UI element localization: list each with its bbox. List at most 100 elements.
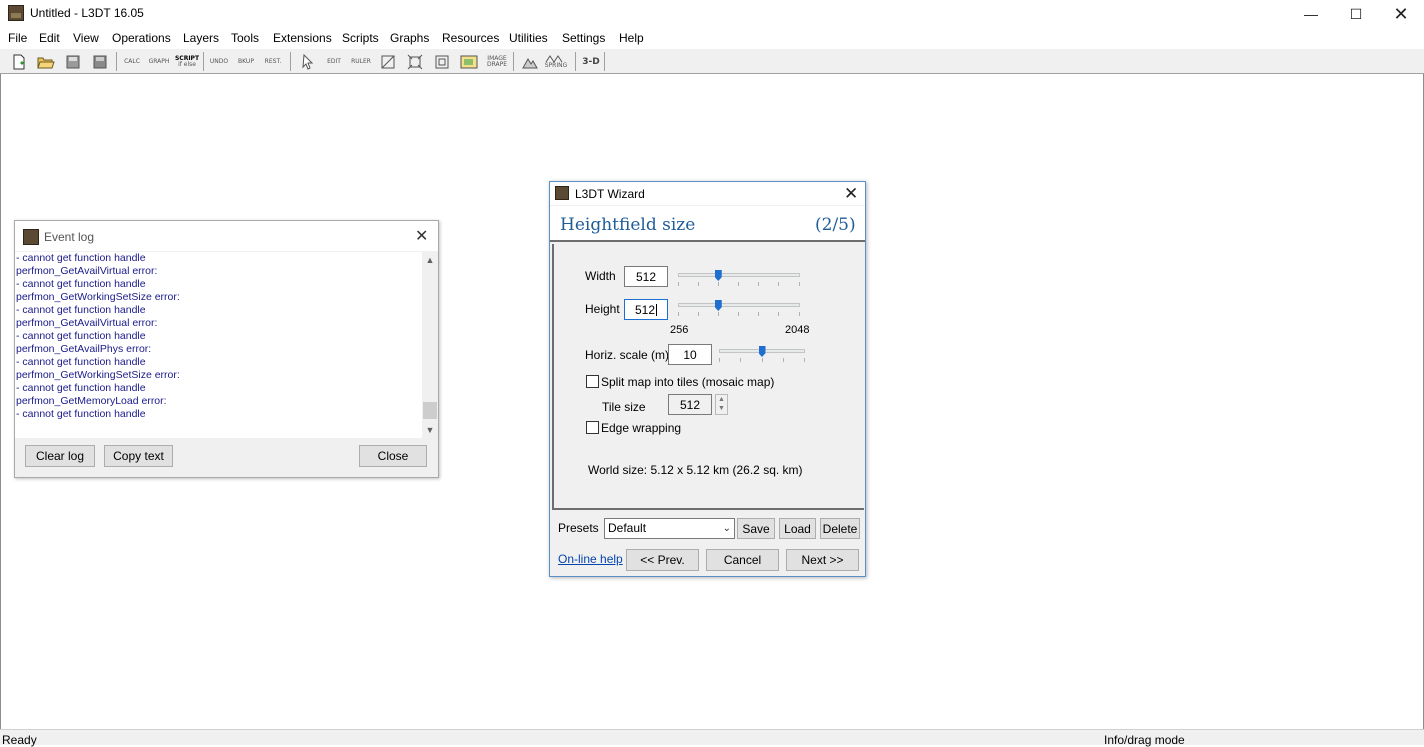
text-caret	[656, 303, 658, 316]
restore-icon[interactable]: REST.	[262, 52, 284, 72]
presets-label: Presets	[558, 521, 599, 535]
menu-settings[interactable]: Settings	[562, 31, 605, 45]
event-log-title-bar: Event log ✕	[15, 221, 438, 251]
toolbar: CALC GRAPH SCRIPT if else UNDO BKUP REST.…	[0, 49, 1424, 74]
horiz-scale-field[interactable]: 10	[668, 344, 712, 365]
zoom-extents-icon[interactable]	[431, 52, 453, 72]
image-drape-icon[interactable]: IMAGE DRAPE	[486, 52, 508, 72]
log-line: - cannot get function handle	[16, 278, 146, 290]
menu-tools[interactable]: Tools	[231, 31, 259, 45]
wizard-title: L3DT Wizard	[575, 187, 645, 201]
menu-file[interactable]: File	[8, 31, 27, 45]
log-line: perfmon_GetWorkingSetSize error:	[16, 291, 180, 303]
menu-resources[interactable]: Resources	[442, 31, 499, 45]
log-line: perfmon_GetWorkingSetSize error:	[16, 369, 180, 381]
open-folder-icon[interactable]	[35, 52, 57, 72]
close-icon[interactable]: ✕	[844, 184, 858, 204]
wizard-content-panel: Width 512 Height 512 256 2048 Horiz. sca…	[552, 244, 864, 510]
event-log-window: Event log ✕ - cannot get function handle…	[14, 220, 439, 478]
width-label: Width	[585, 269, 616, 283]
menu-scripts[interactable]: Scripts	[342, 31, 379, 45]
toolbar-separator	[575, 52, 576, 71]
world-size-text: World size: 5.12 x 5.12 km (26.2 sq. km)	[588, 463, 803, 477]
height-slider[interactable]	[678, 303, 800, 307]
width-slider-thumb[interactable]	[714, 270, 722, 281]
menu-layers[interactable]: Layers	[183, 31, 219, 45]
backup-icon[interactable]: BKUP	[235, 52, 257, 72]
app-icon	[555, 186, 569, 200]
spring-icon[interactable]: SPRING	[545, 52, 567, 72]
log-line: perfmon_GetAvailPhys error:	[16, 343, 152, 355]
save-as-icon[interactable]	[89, 52, 111, 72]
minimize-button[interactable]: —	[1288, 0, 1334, 28]
terrain-icon[interactable]	[519, 52, 541, 72]
page-title: Heightfield size	[560, 215, 696, 235]
save-preset-button[interactable]: Save	[737, 518, 775, 539]
close-window-button[interactable]: ✕	[1378, 0, 1424, 28]
height-field[interactable]: 512	[624, 299, 668, 320]
maximize-button[interactable]: ☐	[1333, 0, 1379, 28]
ruler-icon[interactable]: RULER	[350, 52, 372, 72]
log-text-area[interactable]: - cannot get function handle perfmon_Get…	[15, 252, 438, 438]
load-preset-button[interactable]: Load	[779, 518, 816, 539]
tile-size-label: Tile size	[602, 400, 646, 414]
window-title: Untitled - L3DT 16.05	[30, 6, 144, 20]
horiz-scale-slider-ticks	[719, 358, 805, 362]
scroll-thumb[interactable]	[423, 402, 437, 419]
copy-text-button[interactable]: Copy text	[104, 445, 173, 467]
undo-icon[interactable]: UNDO	[208, 52, 230, 72]
height-slider-thumb[interactable]	[714, 300, 722, 311]
close-icon[interactable]: ✕	[415, 226, 428, 246]
presets-dropdown[interactable]: Default ⌄	[604, 518, 735, 539]
log-scrollbar[interactable]: ▲ ▼	[422, 252, 438, 438]
clear-log-button[interactable]: Clear log	[25, 445, 95, 467]
toolbar-separator	[116, 52, 117, 71]
horiz-scale-slider-thumb[interactable]	[758, 346, 766, 357]
graph-icon[interactable]: GRAPH	[148, 52, 170, 72]
menu-utilities[interactable]: Utilities	[509, 31, 548, 45]
app-icon	[23, 229, 39, 245]
image-view-icon[interactable]	[458, 52, 480, 72]
log-line: - cannot get function handle	[16, 356, 146, 368]
height-label: Height	[585, 302, 620, 316]
menu-extensions[interactable]: Extensions	[273, 31, 332, 45]
new-file-icon[interactable]	[8, 52, 30, 72]
edge-wrapping-checkbox[interactable]	[586, 421, 599, 434]
wizard-title-bar: L3DT Wizard ✕	[550, 182, 865, 205]
scroll-down-arrow-icon[interactable]: ▼	[422, 422, 438, 438]
menu-operations[interactable]: Operations	[112, 31, 171, 45]
split-map-checkbox[interactable]	[586, 375, 599, 388]
next-button[interactable]: Next >>	[786, 549, 859, 571]
app-icon	[8, 5, 24, 21]
tile-size-field[interactable]: 512	[668, 394, 712, 415]
prev-button[interactable]: << Prev.	[626, 549, 699, 571]
event-log-title: Event log	[44, 230, 95, 244]
script-icon[interactable]: SCRIPT if else	[175, 52, 199, 72]
close-log-button[interactable]: Close	[359, 445, 427, 467]
calc-icon[interactable]: CALC	[121, 52, 143, 72]
log-line: - cannot get function handle	[16, 330, 146, 342]
save-icon[interactable]	[62, 52, 84, 72]
menu-bar: File Edit View Operations Layers Tools E…	[0, 28, 1424, 49]
menu-edit[interactable]: Edit	[39, 31, 60, 45]
scroll-up-arrow-icon[interactable]: ▲	[422, 252, 438, 268]
zoom-fit-icon[interactable]	[404, 52, 426, 72]
slider-max-label: 2048	[785, 324, 810, 336]
online-help-link[interactable]: On-line help	[558, 552, 623, 566]
toolbar-separator	[604, 52, 605, 71]
cancel-button[interactable]: Cancel	[706, 549, 779, 571]
log-line: - cannot get function handle	[16, 382, 146, 394]
menu-view[interactable]: View	[73, 31, 99, 45]
pointer-icon[interactable]	[297, 52, 319, 72]
width-field[interactable]: 512	[624, 266, 668, 287]
menu-graphs[interactable]: Graphs	[390, 31, 429, 45]
zoom-region-icon[interactable]	[377, 52, 399, 72]
edit-icon[interactable]: EDIT	[323, 52, 345, 72]
3d-view-icon[interactable]: 3-D	[580, 52, 602, 72]
horiz-scale-label: Horiz. scale (m)	[585, 348, 670, 362]
menu-help[interactable]: Help	[619, 31, 644, 45]
width-slider-ticks	[678, 282, 800, 286]
delete-preset-button[interactable]: Delete	[820, 518, 860, 539]
width-slider[interactable]	[678, 273, 800, 277]
tile-size-spinner[interactable]: ▲ ▼	[715, 394, 728, 415]
